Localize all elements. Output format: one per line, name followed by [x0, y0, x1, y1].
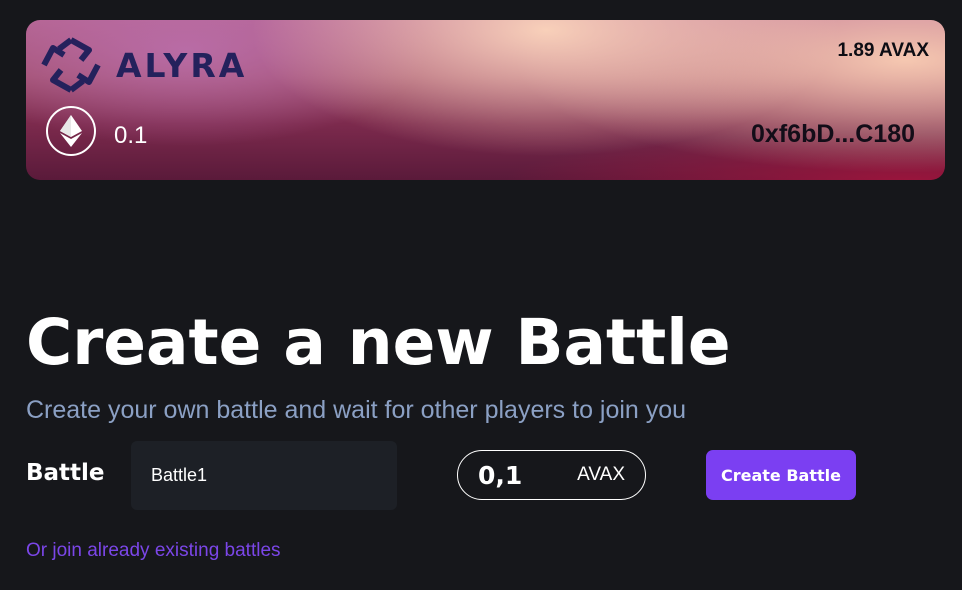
amount-field[interactable]: AVAX: [457, 450, 646, 500]
header-card: ALYRA 0.1 1.89 AVAX 0xf6bD...C180: [26, 20, 945, 180]
wallet-address[interactable]: 0xf6bD...C180: [751, 120, 915, 149]
page-title: Create a new Battle: [26, 306, 731, 379]
wallet-balance: 1.89 AVAX: [837, 40, 929, 61]
logo-text: ALYRA: [116, 45, 248, 85]
battle-label: Battle: [26, 460, 105, 486]
page-subtitle: Create your own battle and wait for othe…: [26, 396, 687, 424]
eth-amount: 0.1: [114, 122, 148, 149]
ethereum-icon: [46, 106, 96, 156]
create-battle-button[interactable]: Create Battle: [706, 450, 856, 500]
alyra-logo-icon: [40, 36, 102, 94]
amount-input[interactable]: [478, 460, 558, 490]
amount-unit: AVAX: [577, 464, 625, 485]
battle-name-input[interactable]: [131, 441, 397, 510]
join-battles-link[interactable]: Or join already existing battles: [26, 540, 281, 562]
alyra-logo[interactable]: ALYRA: [40, 36, 247, 94]
